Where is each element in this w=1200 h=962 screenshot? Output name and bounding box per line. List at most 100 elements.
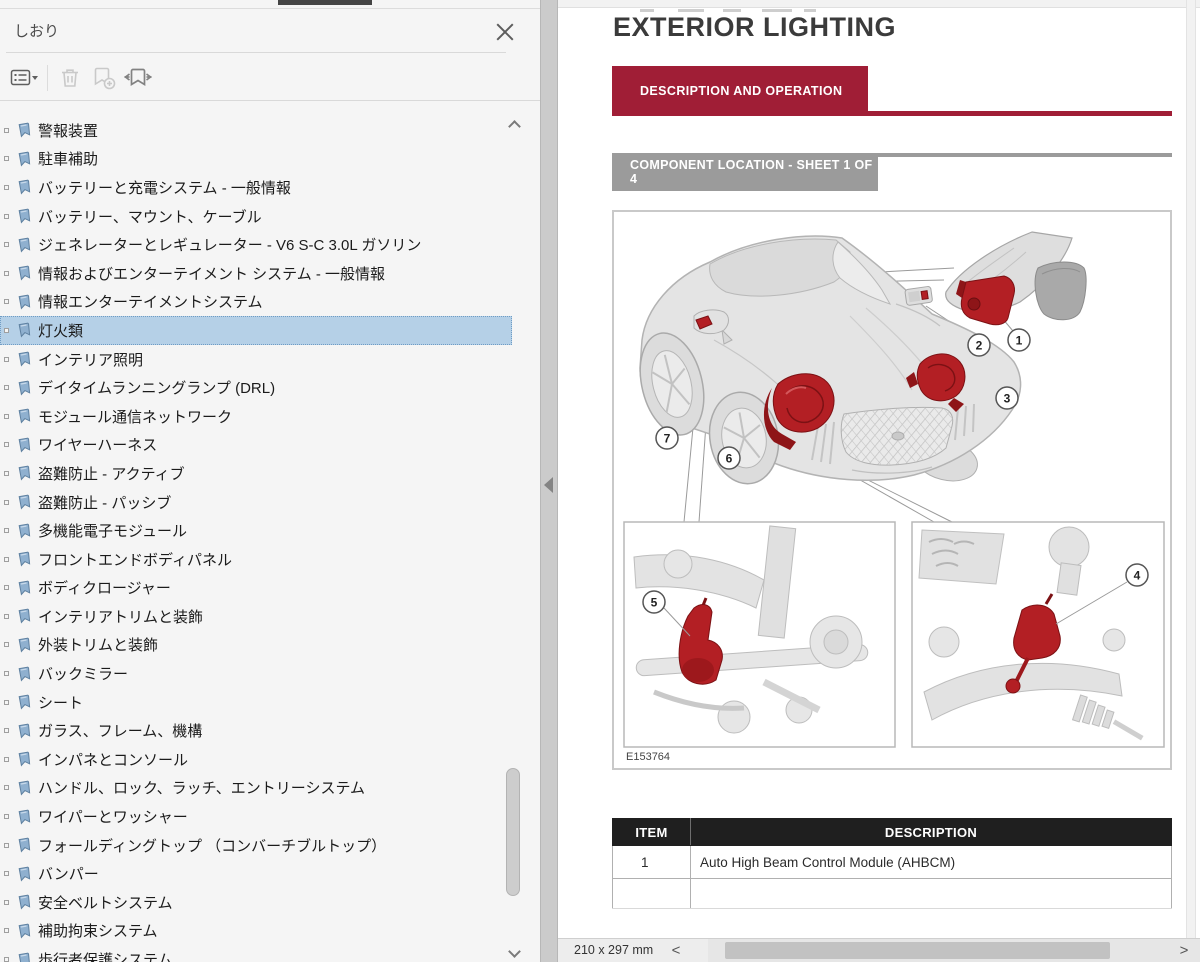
car-illustration: 1 2 3 4 5 6 7 E153764 — [623, 231, 1165, 763]
scroll-down-icon[interactable] — [508, 945, 521, 958]
bookmark-item[interactable]: インテリア照明 — [0, 345, 512, 374]
bookmark-item[interactable]: ワイパーとワッシャー — [0, 802, 512, 831]
bookmark-item[interactable]: ジェネレーターとレギュレーター - V6 S-C 3.0L ガソリン — [0, 230, 512, 259]
vertical-scrollbar-track[interactable] — [1186, 0, 1196, 938]
bookmark-item[interactable]: デイタイムランニングランプ (DRL) — [0, 373, 512, 402]
expander-icon[interactable] — [4, 613, 9, 619]
bookmark-item[interactable]: 多機能電子モジュール — [0, 516, 512, 545]
h-scroll-thumb[interactable] — [725, 942, 1110, 959]
bookmarks-scrollbar[interactable] — [506, 110, 524, 962]
bookmark-item[interactable]: フォールディングトップ （コンバーチブルトップ） — [0, 831, 512, 860]
bookmark-item[interactable]: ガラス、フレーム、機構 — [0, 716, 512, 745]
bookmark-item[interactable]: フロントエンドボディパネル — [0, 545, 512, 574]
bookmarks-toolbar — [8, 58, 155, 98]
trash-icon[interactable] — [53, 61, 87, 95]
bookmark-icon — [18, 866, 31, 881]
bookmark-item[interactable]: 補助拘束システム — [0, 917, 512, 946]
active-tool-indicator — [278, 0, 372, 5]
expander-icon[interactable] — [4, 356, 9, 362]
figure-id-label: E153764 — [626, 751, 670, 763]
expander-icon[interactable] — [4, 156, 9, 162]
bookmark-icon — [18, 723, 31, 738]
expander-icon[interactable] — [4, 442, 9, 448]
component-location-bar: COMPONENT LOCATION - SHEET 1 OF 4 — [612, 153, 878, 191]
bookmark-item[interactable]: 警報装置 — [0, 116, 512, 145]
expander-icon[interactable] — [4, 785, 9, 791]
expander-icon[interactable] — [4, 184, 9, 190]
expander-icon[interactable] — [4, 899, 9, 905]
expander-icon[interactable] — [4, 671, 9, 677]
expander-icon[interactable] — [4, 871, 9, 877]
expander-icon[interactable] — [4, 470, 9, 476]
expander-icon[interactable] — [4, 756, 9, 762]
close-icon[interactable] — [496, 21, 514, 39]
bookmark-icon — [18, 237, 31, 252]
expander-icon[interactable] — [4, 127, 9, 133]
expander-icon[interactable] — [4, 642, 9, 648]
col-description: DESCRIPTION — [690, 818, 1172, 846]
bookmark-item[interactable]: モジュール通信ネットワーク — [0, 402, 512, 431]
bookmark-item[interactable]: ワイヤーハーネス — [0, 431, 512, 460]
expander-icon[interactable] — [4, 957, 9, 962]
expander-icon[interactable] — [4, 213, 9, 219]
expander-icon[interactable] — [4, 413, 9, 419]
bookmark-options-menu-icon[interactable] — [8, 61, 42, 95]
bookmark-item[interactable]: 盗難防止 - アクティブ — [0, 459, 512, 488]
bookmark-item[interactable]: 駐車補助 — [0, 145, 512, 174]
bookmark-label: ジェネレーターとレギュレーター - V6 S-C 3.0L ガソリン — [38, 237, 422, 255]
expand-current-bookmark-icon[interactable] — [121, 61, 155, 95]
bookmark-item[interactable]: インテリアトリムと装飾 — [0, 602, 512, 631]
bookmark-item[interactable]: ハンドル、ロック、ラッチ、エントリーシステム — [0, 774, 512, 803]
expander-icon[interactable] — [4, 327, 9, 333]
expander-icon[interactable] — [4, 528, 9, 534]
bookmark-item[interactable]: 外装トリムと装飾 — [0, 631, 512, 660]
bookmark-item[interactable]: 安全ベルトシステム — [0, 888, 512, 917]
bookmark-item[interactable]: 歩行者保護システム — [0, 945, 512, 962]
expander-icon[interactable] — [4, 556, 9, 562]
add-bookmark-icon[interactable] — [87, 61, 121, 95]
inset-left — [623, 521, 896, 748]
expander-icon[interactable] — [4, 299, 9, 305]
h-scroll-track[interactable] — [690, 939, 1172, 962]
bookmark-item[interactable]: 情報およびエンターテイメント システム - 一般情報 — [0, 259, 512, 288]
expander-icon[interactable] — [4, 242, 9, 248]
bookmark-item[interactable]: バッテリーと充電システム - 一般情報 — [0, 173, 512, 202]
bookmark-item[interactable]: バックミラー — [0, 659, 512, 688]
bookmark-label: バッテリーと充電システム - 一般情報 — [38, 179, 291, 197]
bookmark-item[interactable]: バンパー — [0, 859, 512, 888]
collapse-panel-icon[interactable] — [544, 477, 553, 493]
expander-icon[interactable] — [4, 585, 9, 591]
bookmark-icon — [18, 751, 31, 767]
expander-icon[interactable] — [4, 385, 9, 391]
bookmark-item[interactable]: インパネとコンソール — [0, 745, 512, 774]
panel-splitter[interactable] — [540, 0, 558, 962]
bookmark-item[interactable]: 盗難防止 - パッシブ — [0, 488, 512, 517]
bookmark-item[interactable]: 情報エンターテイメントシステム — [0, 288, 512, 317]
document-area: EXTERIOR LIGHTING DESCRIPTION AND OPERAT… — [558, 0, 1200, 962]
expander-icon[interactable] — [4, 499, 9, 505]
bookmark-item-selected[interactable]: 灯火類 — [0, 316, 512, 345]
expander-icon[interactable] — [4, 928, 9, 934]
bookmark-item[interactable]: シート — [0, 688, 512, 717]
col-item: ITEM — [612, 818, 691, 846]
description-cell — [690, 878, 1172, 909]
expander-icon[interactable] — [4, 270, 9, 276]
pdf-viewer-window: しおり 警報装置 駐車補助 バッテリーと充電システム - 一般情報 バッテリー、… — [0, 0, 1200, 962]
bookmark-icon — [18, 694, 31, 710]
bookmark-icon — [18, 151, 31, 166]
scroll-left-icon[interactable]: < — [666, 941, 686, 961]
table-row-partial — [612, 878, 1172, 909]
expander-icon[interactable] — [4, 699, 9, 705]
scroll-up-icon[interactable] — [508, 120, 521, 133]
bookmark-label: 情報およびエンターテイメント システム - 一般情報 — [38, 265, 386, 283]
scrollbar-thumb[interactable] — [506, 768, 520, 896]
toolbar-separator — [47, 65, 48, 91]
scroll-right-icon[interactable]: > — [1174, 941, 1194, 961]
bookmark-label: ガラス、フレーム、機構 — [38, 723, 203, 741]
bookmark-item[interactable]: バッテリー、マウント、ケーブル — [0, 202, 512, 231]
expander-icon[interactable] — [4, 842, 9, 848]
expander-icon[interactable] — [4, 814, 9, 820]
bookmark-item[interactable]: ボディクロージャー — [0, 574, 512, 603]
expander-icon[interactable] — [4, 728, 9, 734]
windshield-sensor — [904, 286, 933, 306]
